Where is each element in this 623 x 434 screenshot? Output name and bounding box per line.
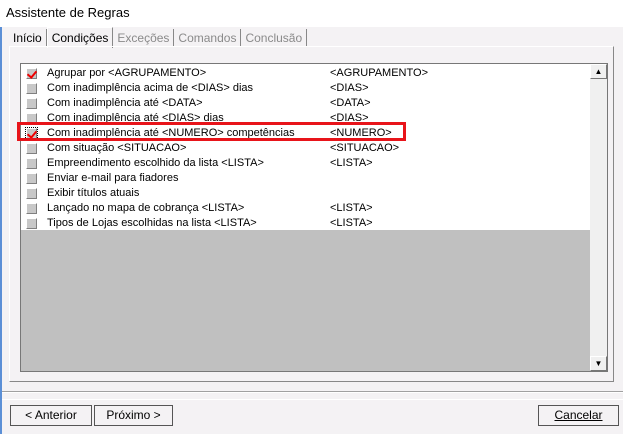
rule-item[interactable]: Com inadimplência acima de <DIAS> dias <D… [21, 81, 590, 96]
rule-label: Exibir títulos atuais [47, 187, 140, 199]
rule-item[interactable]: Enviar e-mail para fiadores [21, 171, 590, 186]
rule-param: <DATA> [330, 97, 371, 109]
checkbox[interactable] [26, 83, 37, 94]
tab-excecoes[interactable]: Exceções [113, 29, 175, 47]
rule-param: <AGRUPAMENTO> [330, 67, 429, 79]
tab-comandos[interactable]: Comandos [174, 29, 242, 47]
rule-param: <DIAS> [330, 82, 369, 94]
arrow-up-icon: ▲ [594, 67, 603, 76]
checkbox[interactable] [26, 203, 37, 214]
rule-item[interactable]: Com situação <SITUACAO> <SITUACAO> [21, 141, 590, 156]
scroll-up-button[interactable]: ▲ [590, 64, 607, 79]
rule-label: Tipos de Lojas escolhidas na lista <LIST… [47, 217, 257, 229]
rule-item[interactable]: Empreendimento escolhido da lista <LISTA… [21, 156, 590, 171]
checkbox[interactable] [26, 143, 37, 154]
back-button[interactable]: < Anterior [10, 405, 92, 426]
rule-item[interactable]: Agrupar por <AGRUPAMENTO> <AGRUPAMENTO> [21, 66, 590, 81]
checkbox[interactable] [26, 173, 37, 184]
rule-item[interactable]: Com inadimplência até <DATA> <DATA> [21, 96, 590, 111]
rules-list[interactable]: Agrupar por <AGRUPAMENTO> <AGRUPAMENTO> Co… [20, 63, 608, 372]
checkbox[interactable] [26, 158, 37, 169]
highlight-box [17, 122, 406, 141]
rule-param: <SITUACAO> [330, 142, 400, 154]
scrollbar[interactable]: ▲ ▼ [590, 64, 607, 371]
checkbox[interactable] [26, 68, 37, 79]
tab-conclusao[interactable]: Conclusão [241, 29, 308, 47]
window-border [0, 27, 2, 434]
tab-bar: Início Condições Exceções Comandos Concl… [9, 27, 308, 48]
rule-label: Com inadimplência até <DATA> [47, 97, 203, 109]
rule-param: <LISTA> [330, 217, 373, 229]
rule-label: Empreendimento escolhido da lista <LISTA… [47, 157, 264, 169]
rule-label: Lançado no mapa de cobrança <LISTA> [47, 202, 245, 214]
scroll-down-button[interactable]: ▼ [590, 356, 607, 371]
next-button[interactable]: Próximo > [94, 405, 173, 426]
divider [2, 391, 623, 393]
cancel-button[interactable]: Cancelar [538, 405, 619, 426]
rule-item[interactable]: Exibir títulos atuais [21, 186, 590, 201]
rule-label: Com inadimplência acima de <DIAS> dias [47, 82, 254, 94]
rule-param: <LISTA> [330, 202, 373, 214]
checkbox[interactable] [26, 98, 37, 109]
arrow-down-icon: ▼ [594, 359, 603, 368]
tab-condicoes[interactable]: Condições [46, 27, 114, 48]
rule-label: Com situação <SITUACAO> [47, 142, 187, 154]
rule-param: <LISTA> [330, 157, 373, 169]
window-title: Assistente de Regras [6, 5, 130, 20]
tab-inicio[interactable]: Início [9, 29, 47, 47]
rule-item[interactable]: Tipos de Lojas escolhidas na lista <LIST… [21, 216, 590, 231]
rule-label: Agrupar por <AGRUPAMENTO> [47, 67, 207, 79]
title-bar: Assistente de Regras [0, 0, 623, 27]
rule-item[interactable]: Lançado no mapa de cobrança <LISTA> <LIST… [21, 201, 590, 216]
rules-rows: Agrupar por <AGRUPAMENTO> <AGRUPAMENTO> Co… [21, 64, 590, 230]
checkbox[interactable] [26, 218, 37, 229]
checkbox[interactable] [26, 188, 37, 199]
rule-label: Enviar e-mail para fiadores [47, 172, 179, 184]
